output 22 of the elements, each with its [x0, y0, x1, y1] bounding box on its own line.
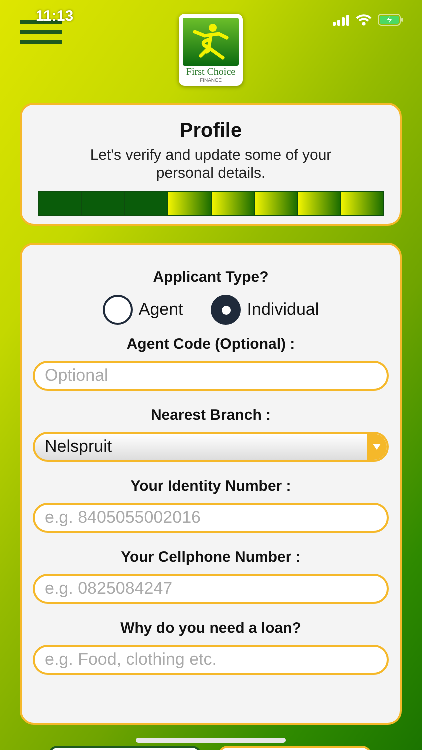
- field-label: Your Cellphone Number :: [121, 549, 301, 567]
- dropdown[interactable]: Nelspruit: [33, 432, 389, 462]
- profile-title: Profile: [178, 119, 244, 143]
- radio-option[interactable]: Agent: [102, 295, 184, 325]
- logo-name: First Choice: [186, 67, 236, 78]
- wifi-icon: [356, 14, 372, 26]
- profile-description: Let's verify and update some of your personal details.: [89, 147, 333, 183]
- field-label: Nearest Branch :: [150, 407, 272, 425]
- field-label: Applicant Type?: [153, 269, 269, 287]
- radio-option[interactable]: Individual: [211, 295, 320, 325]
- input-field[interactable]: e.g. 8405055002016: [33, 503, 389, 533]
- input-field[interactable]: e.g. 0825084247: [33, 574, 389, 604]
- menu-icon[interactable]: [20, 20, 62, 44]
- battery-icon: [378, 14, 404, 26]
- input-field[interactable]: Optional: [33, 361, 389, 391]
- caret-icon: [373, 444, 381, 450]
- running-man-icon: [183, 18, 239, 66]
- input-field[interactable]: e.g. Food, clothing etc.: [33, 645, 389, 675]
- field-label: Your Identity Number :: [130, 478, 292, 496]
- field-label: Why do you need a loan?: [120, 620, 302, 638]
- signal-icon: [333, 14, 350, 26]
- field-label: Agent Code (Optional) :: [126, 336, 296, 354]
